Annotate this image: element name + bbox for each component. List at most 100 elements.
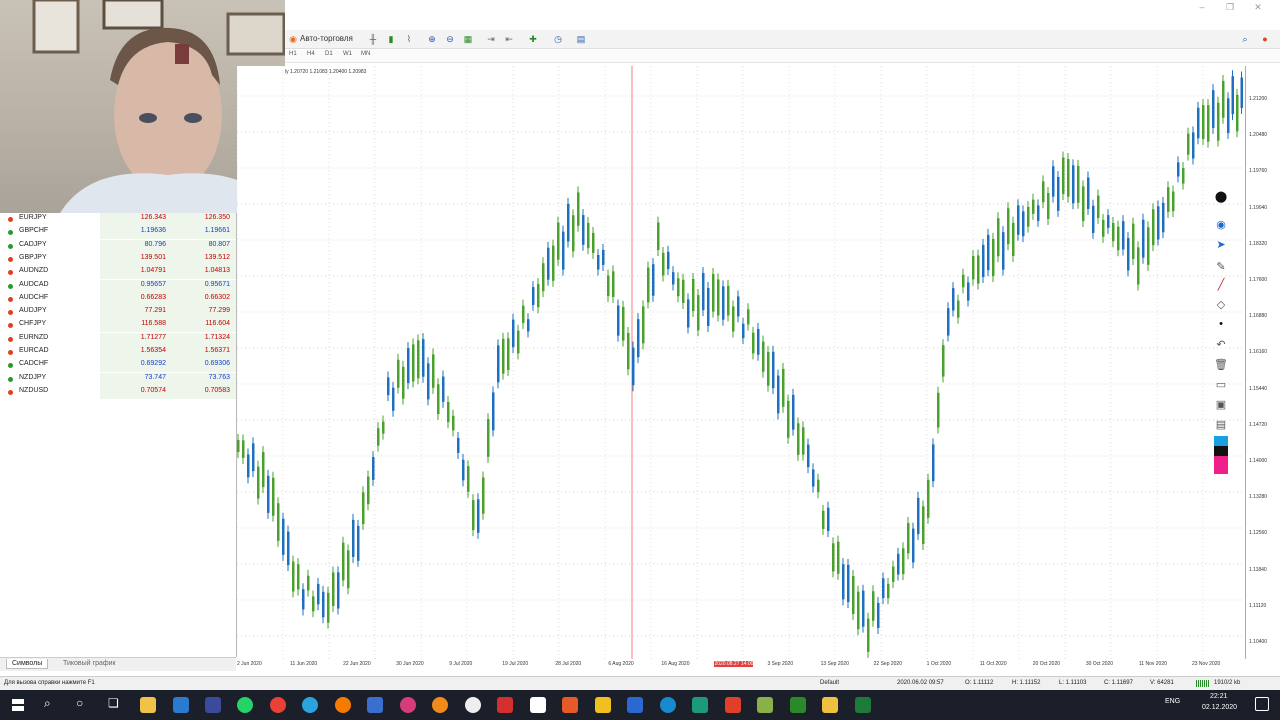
profile-name[interactable]: Default (820, 680, 839, 686)
candle-body (552, 245, 555, 281)
trash-icon[interactable]: 🗑 (1213, 358, 1229, 372)
timeframe-h4[interactable]: H4 (307, 51, 315, 57)
timeframe-d1[interactable]: D1 (325, 51, 333, 57)
time-label: 30 Jun 2020 (396, 661, 424, 667)
dot-icon[interactable]: • (1213, 318, 1229, 332)
candle-body (307, 575, 310, 591)
eraser-icon[interactable]: ◇ (1213, 298, 1229, 312)
app5-icon[interactable] (822, 697, 838, 713)
price-scale[interactable]: 1.21200 1.20480 1.19760 1.19040 1.18320 1.176… (1245, 66, 1280, 659)
clock-time[interactable]: 22:21 (1210, 693, 1228, 700)
camera-icon[interactable]: ▣ (1213, 398, 1229, 412)
undo-icon[interactable]: ↶ (1213, 338, 1229, 352)
language-indicator[interactable]: ENG (1165, 698, 1180, 705)
tab-symbols[interactable]: Символы (6, 659, 49, 669)
tile-windows-icon[interactable]: ▦ (462, 33, 474, 45)
watchlist-row[interactable]: GBPJPY 139.501 139.512 (0, 252, 236, 266)
watchlist-row[interactable]: NZDJPY 73.747 73.763 (0, 372, 236, 386)
notification-center-icon[interactable] (1255, 697, 1269, 711)
templates-icon[interactable]: ▤ (575, 33, 587, 45)
line-tool-icon[interactable]: ╱ (1213, 278, 1229, 292)
candle-body (412, 344, 415, 382)
word-icon[interactable] (367, 697, 383, 713)
timeframe-mn[interactable]: MN (361, 51, 370, 57)
notifications-icon[interactable]: ● (1259, 33, 1271, 45)
eye-icon[interactable]: ◉ (1213, 218, 1229, 232)
terminal-icon[interactable] (692, 697, 708, 713)
watchlist-row[interactable]: NZDUSD 0.70574 0.70583 (0, 385, 236, 399)
watchlist-row[interactable]: AUDCAD 0.95657 0.95671 (0, 279, 236, 293)
tab-tick-chart[interactable]: Тиковый график (58, 659, 121, 668)
watchlist-row[interactable]: EURCAD 1.56354 1.56371 (0, 346, 236, 359)
player-icon[interactable] (432, 697, 448, 713)
candle-body (737, 296, 740, 317)
zoom-in-icon[interactable]: ⊕ (426, 33, 438, 45)
watchlist-row[interactable]: AUDCHF 0.66283 0.66302 (0, 292, 236, 306)
price-chart[interactable]: ly 1.20720 1.21083 1.20400 1.20983 (236, 66, 1245, 659)
maps-icon[interactable] (465, 697, 481, 713)
candlestick-icon[interactable]: ▮ (385, 33, 397, 45)
watchlist-row[interactable]: CHFJPY 116.588 116.604 (0, 319, 236, 333)
draw-app-icon[interactable] (595, 697, 611, 713)
cortana-icon[interactable]: ○ (76, 696, 83, 710)
notes-icon[interactable] (530, 697, 546, 713)
telegram-icon[interactable] (302, 697, 318, 713)
cursor-icon[interactable]: ➤ (1213, 238, 1229, 252)
pin-icon[interactable]: ⬤ (1213, 190, 1229, 204)
minimize-icon[interactable]: – (1195, 1, 1209, 13)
periods-icon[interactable]: ◷ (552, 33, 564, 45)
chart-shift-icon[interactable]: ⇥ (485, 33, 497, 45)
clock-date[interactable]: 02.12.2020 (1202, 704, 1237, 711)
app4-icon[interactable] (757, 697, 773, 713)
excel-icon[interactable] (855, 697, 871, 713)
chrome-icon[interactable] (270, 697, 286, 713)
mail-icon[interactable] (173, 697, 189, 713)
bid-price: 1.04791 (140, 267, 166, 275)
metatrader-icon[interactable] (790, 697, 806, 713)
zoom-out-icon[interactable]: ⊖ (444, 33, 456, 45)
bar-chart-icon[interactable]: ╫ (367, 33, 379, 45)
line-chart-icon[interactable]: ⌇ (403, 33, 415, 45)
clipboard-icon[interactable]: ▤ (1213, 418, 1229, 432)
watchlist-row[interactable]: CADCHF 0.69292 0.69306 (0, 359, 236, 373)
watchlist-row[interactable]: CADJPY 80.796 80.807 (0, 239, 236, 253)
timeframe-bar: H1 H4 D1 W1 MN (285, 50, 1280, 63)
watchlist-row[interactable]: EURJPY 126.343 126.350 (0, 213, 236, 226)
watchlist-row[interactable]: AUDJPY 77.291 77.299 (0, 306, 236, 320)
start-icon[interactable] (12, 699, 24, 711)
ok-icon[interactable] (335, 697, 351, 713)
indicators-icon[interactable]: ✚ (527, 33, 539, 45)
search-icon[interactable]: ⌕ (1239, 33, 1251, 45)
app2-icon[interactable] (627, 697, 643, 713)
candle-body (667, 251, 670, 270)
color-black-swatch[interactable] (1214, 446, 1228, 456)
app-icon[interactable] (205, 697, 221, 713)
price-label: 1.21200 (1249, 96, 1268, 102)
screen-icon[interactable]: ▭ (1213, 378, 1229, 392)
color-cyan-swatch[interactable] (1214, 436, 1228, 446)
firefox-icon[interactable] (400, 697, 416, 713)
timeframe-h1[interactable]: H1 (289, 51, 297, 57)
symbol-name: AUDCHF (19, 293, 49, 301)
task-view-icon[interactable]: ❏ (108, 696, 119, 710)
color-magenta-swatch[interactable] (1214, 456, 1228, 474)
autoscroll-icon[interactable]: ⇤ (503, 33, 515, 45)
symbol-state-icon (8, 350, 13, 355)
watchlist-row[interactable]: GBPCHF 1.19636 1.19661 (0, 226, 236, 240)
whatsapp-icon[interactable] (237, 697, 253, 713)
pencil-icon[interactable]: ✎ (1213, 260, 1229, 274)
edge-icon[interactable] (660, 697, 676, 713)
search-taskbar-icon[interactable]: ⌕ (44, 696, 51, 711)
candle-body (1157, 206, 1160, 240)
timeframe-w1[interactable]: W1 (343, 51, 352, 57)
watchlist-row[interactable]: EURNZD 1.71277 1.71324 (0, 332, 236, 346)
app3-icon[interactable] (725, 697, 741, 713)
close-icon[interactable]: ✕ (1251, 1, 1265, 13)
time-scale[interactable]: 2 Jun 2020 11 Jun 2020 22 Jun 2020 30 Jun 2… (237, 659, 1245, 671)
autotrade-button[interactable]: Авто-торговля (300, 33, 353, 45)
paint-icon[interactable] (562, 697, 578, 713)
pdf-icon[interactable] (497, 697, 513, 713)
file-explorer-icon[interactable] (140, 697, 156, 713)
restore-icon[interactable]: ❐ (1223, 1, 1237, 13)
watchlist-row[interactable]: AUDNZD 1.04791 1.04813 (0, 266, 236, 280)
